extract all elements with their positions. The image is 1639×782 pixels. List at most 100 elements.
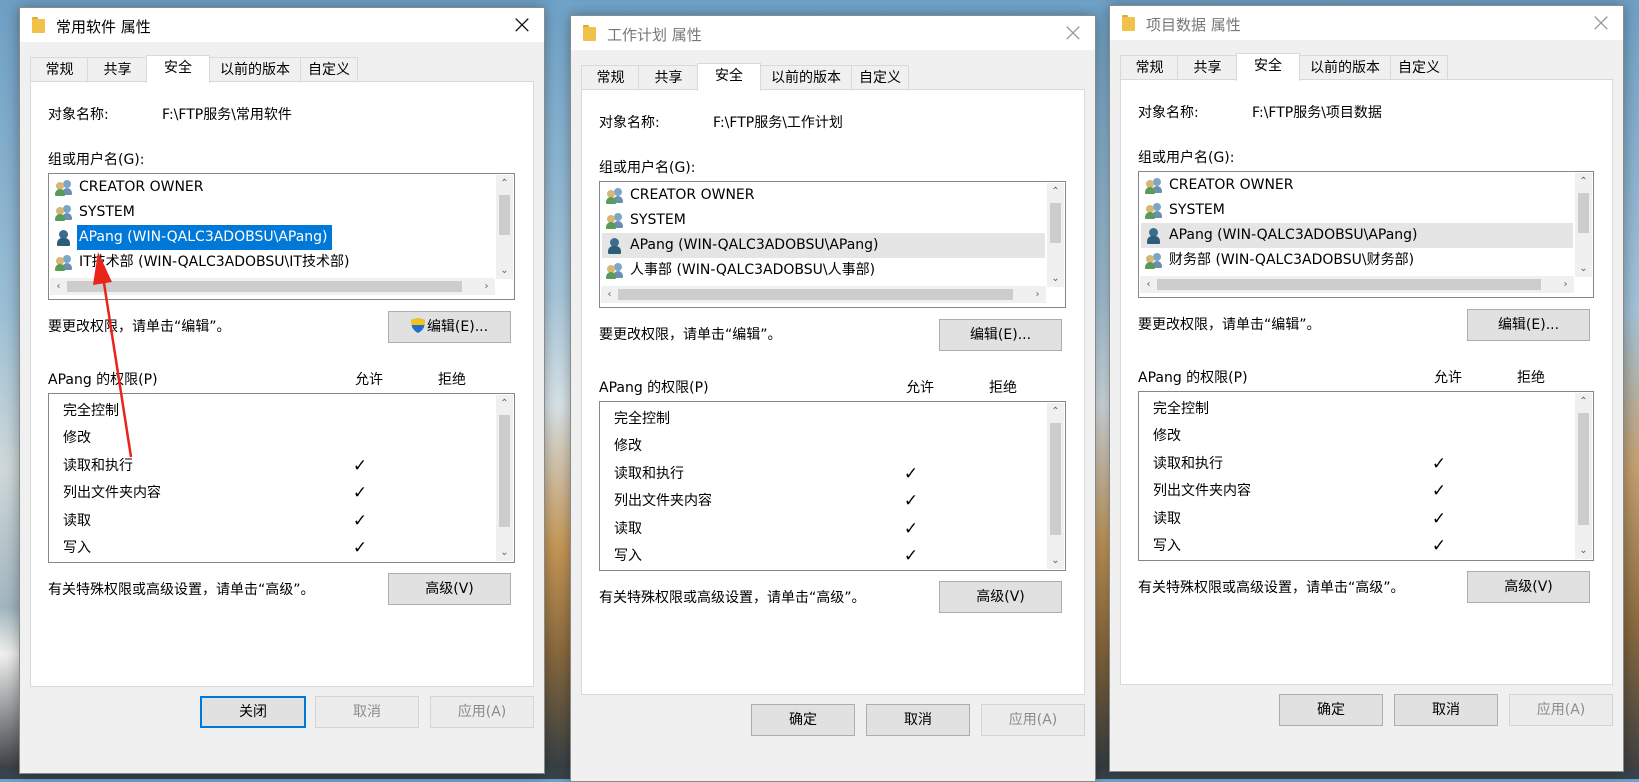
user-list-item[interactable]: SYSTEM (51, 200, 494, 225)
user-list-item[interactable]: APang (WIN-QALC3ADOBSU\APang) (602, 233, 1045, 258)
advanced-button[interactable]: 高级(V) (388, 573, 511, 605)
scroll-right-arrow[interactable]: › (1557, 276, 1574, 293)
user-list-item[interactable]: CREATOR OWNER (602, 183, 1045, 208)
permissions-listbox[interactable]: 完全控制 修改 读取和执行 ✓ 列出文件夹内容 ✓ 读取 ✓ 写入 ✓ ⌃ ⌄ (599, 401, 1066, 571)
advanced-button[interactable]: 高级(V) (939, 581, 1062, 613)
user-list-item[interactable]: APang (WIN-QALC3ADOBSU\APang) (51, 225, 494, 250)
scroll-up-arrow[interactable]: ⌃ (1575, 173, 1592, 190)
folder-icon (1122, 15, 1135, 31)
scroll-thumb[interactable] (499, 415, 510, 527)
scroll-down-arrow[interactable]: ⌄ (1575, 260, 1592, 277)
scroll-up-arrow[interactable]: ⌃ (1575, 393, 1592, 410)
tab-customize[interactable]: 自定义 (1390, 55, 1448, 80)
group-users-icon (1145, 203, 1164, 219)
tab-general[interactable]: 常规 (1120, 55, 1179, 80)
vertical-scrollbar[interactable]: ⌃ ⌄ (1047, 403, 1064, 569)
primary-button[interactable]: 确定 (751, 704, 855, 736)
tab-previous-versions[interactable]: 以前的版本 (208, 57, 302, 82)
apply-button[interactable]: 应用(A) (981, 704, 1085, 736)
cancel-button[interactable]: 取消 (1394, 694, 1498, 726)
title-bar[interactable]: 常用软件 属性 × (20, 8, 544, 42)
tab-general[interactable]: 常规 (30, 57, 89, 82)
close-icon[interactable]: × (510, 11, 534, 39)
permission-name: 写入 (614, 548, 642, 564)
permissions-listbox[interactable]: 完全控制 修改 读取和执行 ✓ 列出文件夹内容 ✓ 读取 ✓ 写入 ✓ ⌃ ⌄ (1138, 391, 1594, 561)
tab-previous-versions[interactable]: 以前的版本 (759, 65, 853, 90)
edit-permissions-button[interactable]: 编辑(E)... (388, 311, 511, 343)
properties-dialog: 项目数据 属性 × 常规 共享 安全 以前的版本 自定义 对象名称: F:\FTP服务\项目数据… (1109, 5, 1624, 772)
vertical-scrollbar[interactable]: ⌃ ⌄ (1575, 393, 1592, 559)
user-list-item[interactable]: 人事部 (WIN-QALC3ADOBSU\人事部) (602, 258, 1045, 283)
user-list-item[interactable]: CREATOR OWNER (51, 175, 494, 200)
scroll-thumb[interactable] (1157, 279, 1541, 290)
tab-security[interactable]: 安全 (697, 63, 761, 91)
scroll-right-arrow[interactable]: › (478, 278, 495, 295)
scroll-thumb[interactable] (618, 289, 1013, 300)
user-name: 人事部 (WIN-QALC3ADOBSU\人事部) (630, 262, 876, 278)
group-users-icon (606, 263, 625, 279)
scroll-down-arrow[interactable]: ⌄ (1047, 552, 1064, 569)
horizontal-scrollbar[interactable]: ‹ › (1140, 276, 1574, 293)
primary-button[interactable]: 关闭 (200, 696, 306, 728)
scroll-thumb[interactable] (67, 281, 462, 292)
scroll-down-arrow[interactable]: ⌄ (496, 544, 513, 561)
scroll-down-arrow[interactable]: ⌄ (1047, 270, 1064, 287)
scroll-thumb[interactable] (1578, 413, 1589, 525)
scroll-right-arrow[interactable]: › (1029, 286, 1046, 303)
vertical-scrollbar[interactable]: ⌃ ⌄ (496, 395, 513, 561)
scroll-up-arrow[interactable]: ⌃ (496, 395, 513, 412)
horizontal-scrollbar[interactable]: ‹ › (601, 286, 1046, 303)
edit-permissions-button[interactable]: 编辑(E)... (1467, 309, 1590, 341)
vertical-scrollbar[interactable]: ⌃ ⌄ (1047, 183, 1064, 287)
cancel-button[interactable]: 取消 (315, 696, 419, 728)
scroll-thumb[interactable] (1578, 193, 1589, 233)
vertical-scrollbar[interactable]: ⌃ ⌄ (496, 175, 513, 279)
title-bar[interactable]: 工作计划 属性 × (571, 16, 1095, 50)
scroll-up-arrow[interactable]: ⌃ (1047, 183, 1064, 200)
user-list-item[interactable]: SYSTEM (1141, 198, 1573, 223)
tab-sharing[interactable]: 共享 (87, 57, 148, 82)
scroll-left-arrow[interactable]: ‹ (50, 278, 67, 295)
close-icon[interactable]: × (1589, 9, 1613, 37)
footer-button-label: 取消 (904, 712, 932, 728)
scroll-up-arrow[interactable]: ⌃ (496, 175, 513, 192)
close-icon[interactable]: × (1061, 19, 1085, 47)
tab-previous-versions[interactable]: 以前的版本 (1298, 55, 1392, 80)
user-list-item[interactable]: SYSTEM (602, 208, 1045, 233)
permissions-listbox[interactable]: 完全控制 修改 读取和执行 ✓ 列出文件夹内容 ✓ 读取 ✓ 写入 ✓ ⌃ ⌄ (48, 393, 515, 563)
user-icon-body (57, 238, 70, 246)
cancel-button[interactable]: 取消 (866, 704, 970, 736)
tab-general[interactable]: 常规 (581, 65, 640, 90)
tab-security[interactable]: 安全 (1236, 53, 1300, 81)
properties-dialog: 常用软件 属性 × 常规 共享 安全 以前的版本 自定义 对象名称: F:\FTP服务\常用软件… (19, 7, 545, 774)
scroll-thumb[interactable] (499, 195, 510, 235)
group-user-listbox[interactable]: CREATOR OWNER SYSTEM APang (WIN-QALC3ADOBS… (48, 173, 515, 300)
user-list-item[interactable]: CREATOR OWNER (1141, 173, 1573, 198)
scroll-down-arrow[interactable]: ⌄ (496, 262, 513, 279)
user-list-item[interactable]: APang (WIN-QALC3ADOBSU\APang) (1141, 223, 1573, 248)
user-list-item[interactable]: IT技术部 (WIN-QALC3ADOBSU\IT技术部) (51, 250, 494, 275)
tab-customize[interactable]: 自定义 (300, 57, 358, 82)
scroll-left-arrow[interactable]: ‹ (601, 286, 618, 303)
tab-customize[interactable]: 自定义 (851, 65, 909, 90)
user-list-item[interactable]: 财务部 (WIN-QALC3ADOBSU\财务部) (1141, 248, 1573, 273)
scroll-thumb[interactable] (1050, 203, 1061, 243)
tab-security[interactable]: 安全 (146, 55, 210, 83)
horizontal-scrollbar[interactable]: ‹ › (50, 278, 495, 295)
change-permissions-hint: 要更改权限，请单击“编辑”。 (599, 327, 782, 343)
group-user-listbox[interactable]: CREATOR OWNER SYSTEM APang (WIN-QALC3ADOBS… (1138, 171, 1594, 298)
tab-sharing[interactable]: 共享 (638, 65, 699, 90)
primary-button[interactable]: 确定 (1279, 694, 1383, 726)
advanced-button[interactable]: 高级(V) (1467, 571, 1590, 603)
vertical-scrollbar[interactable]: ⌃ ⌄ (1575, 173, 1592, 277)
scroll-left-arrow[interactable]: ‹ (1140, 276, 1157, 293)
apply-button[interactable]: 应用(A) (430, 696, 534, 728)
scroll-down-arrow[interactable]: ⌄ (1575, 542, 1592, 559)
apply-button[interactable]: 应用(A) (1509, 694, 1613, 726)
group-user-listbox[interactable]: CREATOR OWNER SYSTEM APang (WIN-QALC3ADOBS… (599, 181, 1066, 308)
tab-sharing[interactable]: 共享 (1177, 55, 1238, 80)
scroll-up-arrow[interactable]: ⌃ (1047, 403, 1064, 420)
title-bar[interactable]: 项目数据 属性 × (1110, 6, 1623, 40)
edit-permissions-button[interactable]: 编辑(E)... (939, 319, 1062, 351)
scroll-thumb[interactable] (1050, 423, 1061, 535)
